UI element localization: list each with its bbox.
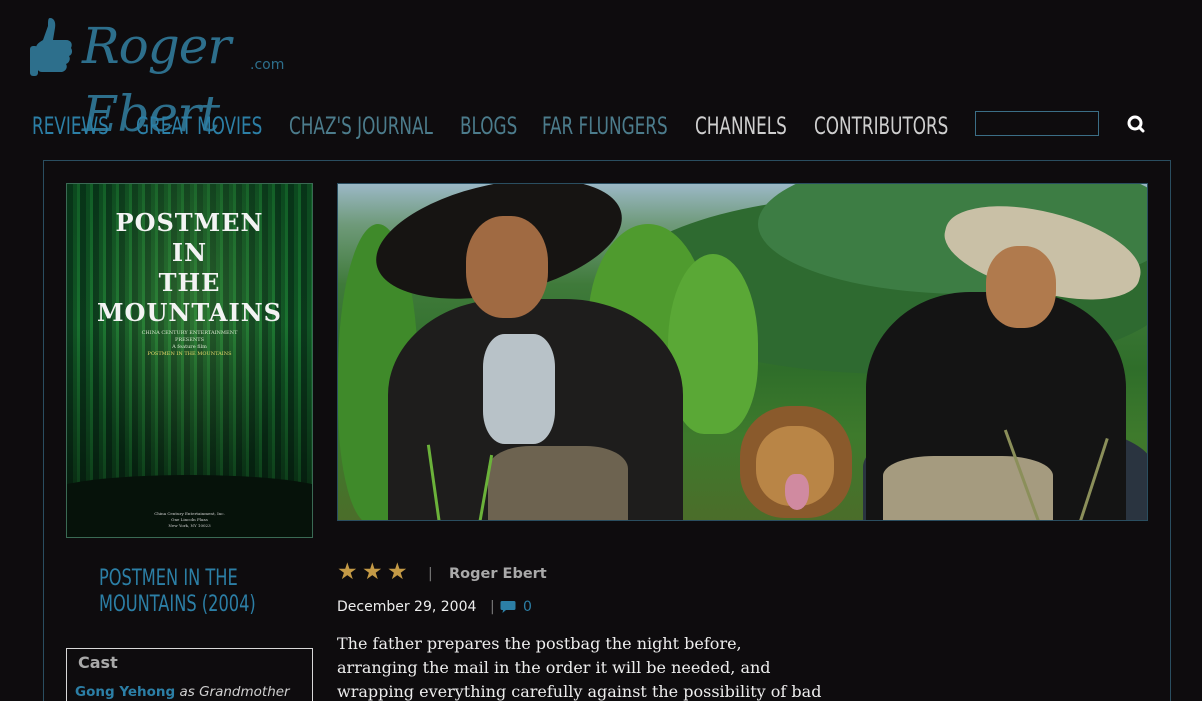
search-input[interactable]	[975, 111, 1099, 136]
review-date: December 29, 2004	[337, 599, 477, 615]
cast-heading: Cast	[78, 653, 118, 672]
review-body: The father prepares the postbag the nigh…	[337, 634, 822, 701]
search-icon	[1127, 115, 1145, 133]
comment-icon[interactable]	[500, 600, 516, 614]
logo-domain: .com	[250, 57, 285, 73]
star-icon: ★	[387, 559, 408, 585]
cast-role: as Grandmother	[179, 684, 290, 700]
site-logo[interactable]: Roger Ebert .com	[30, 10, 290, 143]
nav-far-flungers[interactable]: FAR FLUNGERS	[542, 108, 668, 144]
poster-title: POSTMEN IN THE MOUNTAINS	[67, 208, 312, 328]
nav-reviews[interactable]: REVIEWS	[32, 108, 109, 144]
comment-count[interactable]: 0	[523, 599, 532, 615]
divider: |	[428, 566, 433, 582]
nav-blogs[interactable]: BLOGS	[460, 108, 517, 144]
nav-contributors[interactable]: CONTRIBUTORS	[814, 108, 948, 144]
cast-member: Gong Yehong as Grandmother	[75, 684, 290, 700]
star-icon: ★	[337, 559, 358, 585]
nav-channels[interactable]: CHANNELS	[695, 108, 787, 144]
movie-title-link[interactable]: POSTMEN IN THE MOUNTAINS (2004)	[99, 566, 289, 618]
divider: |	[490, 599, 495, 615]
poster-tagline: A feature film	[172, 344, 207, 350]
man-right-face	[986, 246, 1056, 328]
poster-credits: CHINA CENTURY ENTERTAINMENT PRESENTS A f…	[127, 330, 252, 358]
star-icon: ★	[362, 559, 383, 585]
poster-footer: China Century Entertainment, Inc. One Li…	[67, 511, 312, 529]
poster-presenter: CHINA CENTURY ENTERTAINMENT PRESENTS	[141, 330, 238, 343]
hero-image	[337, 183, 1148, 521]
poster-title-line: MOUNTAINS	[96, 298, 282, 327]
movie-poster[interactable]: POSTMEN IN THE MOUNTAINS CHINA CENTURY E…	[66, 183, 313, 538]
cast-actor-link[interactable]: Gong Yehong	[75, 684, 175, 700]
movie-title: POSTMEN IN THE MOUNTAINS (2004)	[99, 566, 256, 617]
nav-chazs-journal[interactable]: CHAZ'S JOURNAL	[289, 108, 433, 144]
dog-tongue	[785, 474, 809, 510]
author-link[interactable]: Roger Ebert	[449, 566, 547, 582]
poster-address-2: New York, NY 10023	[168, 523, 211, 528]
cast-box: Cast Gong Yehong as Grandmother	[66, 648, 313, 701]
poster-title-line: THE	[158, 268, 221, 297]
thumbs-up-icon	[30, 18, 73, 76]
mail-bag	[488, 446, 628, 520]
poster-title-line: IN	[171, 238, 208, 267]
search-button[interactable]	[1126, 114, 1146, 134]
man-left-face	[466, 216, 548, 318]
poster-title-line: POSTMEN	[115, 208, 264, 237]
man-left-shirt	[483, 334, 555, 444]
poster-film-name: POSTMEN IN THE MOUNTAINS	[147, 351, 232, 357]
nav-great-movies[interactable]: GREAT MOVIES	[136, 108, 262, 144]
